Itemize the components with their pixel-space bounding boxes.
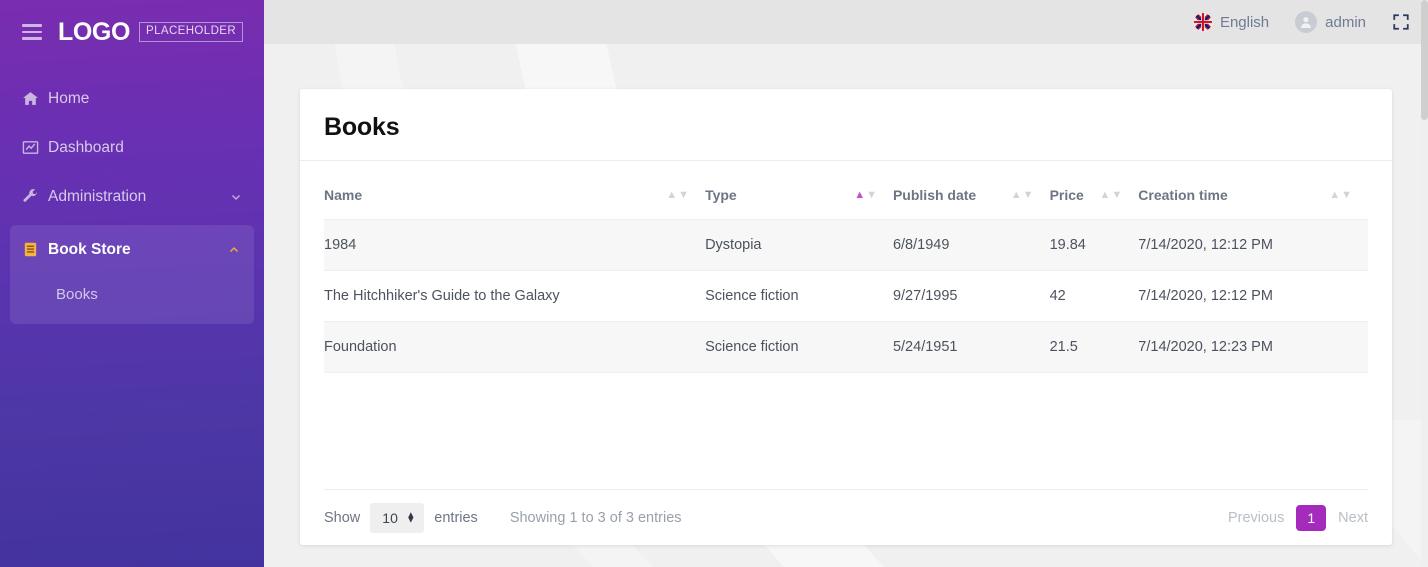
page-scrollbar-thumb[interactable] [1421,0,1428,120]
cell-publish-date: 5/24/1951 [892,321,1050,373]
sort-icon-creation-time[interactable]: ▲ ▼ [1329,189,1352,201]
column-label-creation-time: Creation time [1138,187,1228,203]
sidebar-item-books[interactable]: Books [10,274,254,314]
table-footer: Show 10 ▲ ▼ entries Showing 1 to 3 of 3 e… [324,489,1368,545]
sidebar-item-administration[interactable]: Administration [0,172,264,221]
book-icon [22,241,48,258]
user-menu[interactable]: admin [1295,11,1366,33]
cell-publish-date: 6/8/1949 [892,219,1050,271]
sidebar-item-label-dashboard: Dashboard [48,138,124,156]
home-icon [22,90,48,107]
page-scrollbar-track[interactable] [1421,0,1428,567]
logo-word: LOGO [58,17,131,46]
column-header-creation-time[interactable]: Creation time ▲ ▼ [1138,161,1368,220]
card-body: Name ▲ ▼ Type ▲ ▼ Publish date ▲ ▼ Price… [300,161,1392,489]
column-label-name: Name [324,187,363,203]
cell-type: Science fiction [705,270,893,322]
column-label-price: Price [1049,187,1084,203]
books-table: Name ▲ ▼ Type ▲ ▼ Publish date ▲ ▼ Price… [324,161,1368,373]
column-header-publish-date[interactable]: Publish date ▲ ▼ [892,161,1050,220]
page-length-select[interactable]: 10 ▲ ▼ [370,502,425,533]
brand-logo[interactable]: LOGO PLACEHOLDER [58,17,244,46]
column-label-publish-date: Publish date [892,187,977,203]
entries-label: entries [434,509,478,526]
chevron-up-icon [228,244,240,256]
cell-price: 19.84 [1049,219,1139,271]
card-header: Books [300,89,1392,161]
show-label: Show [324,509,361,526]
cell-creation-time: 7/14/2020, 12:12 PM [1138,219,1368,271]
sidebar: LOGO PLACEHOLDER Home Dashboard Administ… [0,0,264,567]
sidebar-item-label-administration: Administration [48,187,147,205]
sidebar-nav: Home Dashboard Administration Book Store… [0,74,264,324]
wrench-icon [22,188,48,205]
sidebar-item-label-book-store: Book Store [48,240,131,258]
pagination-next[interactable]: Next [1338,510,1368,526]
cell-type: Science fiction [705,321,893,373]
page-length-control: Show 10 ▲ ▼ entries Showing 1 to 3 of 3 e… [324,502,682,533]
table-row[interactable]: The Hitchhiker's Guide to the Galaxy Sci… [324,270,1368,322]
stepper-icon: ▲ ▼ [406,508,416,525]
sidebar-item-label-home: Home [48,89,90,107]
sort-icon-publish-date[interactable]: ▲ ▼ [1011,189,1034,201]
user-label: admin [1325,13,1366,31]
cell-creation-time: 7/14/2020, 12:23 PM [1138,321,1368,373]
cell-name: 1984 [324,219,706,271]
cell-creation-time: 7/14/2020, 12:12 PM [1138,270,1368,322]
books-card: Books Name ▲ ▼ Type ▲ ▼ Publish date ▲ ▼… [300,89,1392,545]
cell-name: The Hitchhiker's Guide to the Galaxy [324,270,706,322]
language-selector[interactable]: English [1193,13,1270,31]
sidebar-item-home[interactable]: Home [0,74,264,123]
sidebar-item-label-books: Books [56,285,98,303]
table-info: Showing 1 to 3 of 3 entries [509,509,682,526]
logo-badge: PLACEHOLDER [139,22,244,42]
table-header-row: Name ▲ ▼ Type ▲ ▼ Publish date ▲ ▼ Price… [324,161,1368,220]
main-content: English admin Books Name ▲ ▼ Type ▲ ▼ Pu… [264,0,1428,567]
hamburger-icon[interactable] [22,24,42,40]
pagination-page-1[interactable]: 1 [1296,504,1327,531]
sidebar-group-book-store: Book Store Books [10,225,254,324]
pagination-previous[interactable]: Previous [1228,510,1284,526]
column-header-name[interactable]: Name ▲ ▼ [324,161,706,220]
cell-name: Foundation [324,321,706,373]
sidebar-item-book-store[interactable]: Book Store [10,225,254,274]
sidebar-brand-row: LOGO PLACEHOLDER [0,0,264,64]
chart-line-icon [22,139,48,156]
uk-flag-icon [1193,13,1212,31]
column-header-type[interactable]: Type ▲ ▼ [705,161,893,220]
table-head: Name ▲ ▼ Type ▲ ▼ Publish date ▲ ▼ Price… [324,161,1368,220]
sort-icon-type[interactable]: ▲ ▼ [854,189,877,201]
table-body: 1984 Dystopia 6/8/1949 19.84 7/14/2020, … [324,219,1368,373]
column-label-type: Type [705,187,737,203]
page-title: Books [324,113,400,141]
pagination: Previous 1 Next [1228,504,1368,531]
chevron-down-icon [230,191,242,203]
cell-price: 21.5 [1049,321,1139,373]
cell-price: 42 [1049,270,1139,322]
table-row[interactable]: 1984 Dystopia 6/8/1949 19.84 7/14/2020, … [324,219,1368,271]
topbar: English admin [264,0,1428,44]
avatar-icon [1295,11,1318,33]
sort-icon-price[interactable]: ▲ ▼ [1100,189,1123,201]
sidebar-item-dashboard[interactable]: Dashboard [0,123,264,172]
table-row[interactable]: Foundation Science fiction 5/24/1951 21.… [324,321,1368,373]
language-label: English [1219,13,1270,31]
column-header-price[interactable]: Price ▲ ▼ [1049,161,1139,220]
page-length-value: 10 [382,509,398,526]
app-root: LOGO PLACEHOLDER Home Dashboard Administ… [0,0,1428,567]
cell-type: Dystopia [705,219,893,271]
cell-publish-date: 9/27/1995 [892,270,1050,322]
fullscreen-icon[interactable] [1392,13,1410,31]
sort-icon-name[interactable]: ▲ ▼ [666,189,689,201]
